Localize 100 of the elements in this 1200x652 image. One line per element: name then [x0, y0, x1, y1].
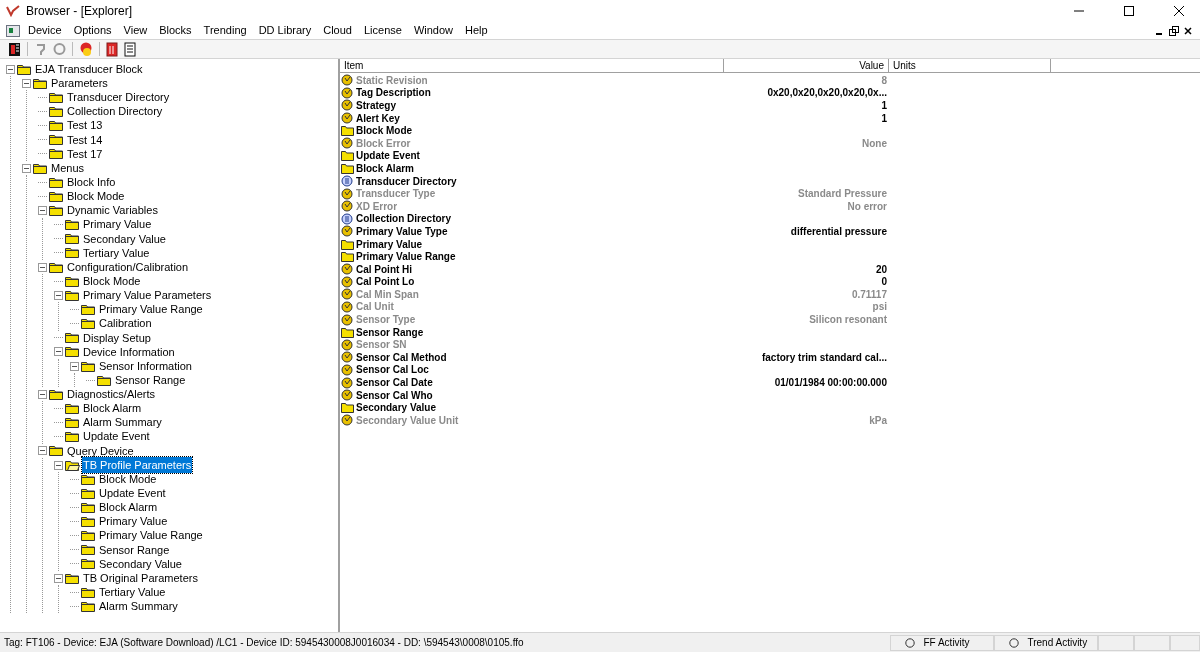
folder-icon	[65, 233, 80, 245]
item-cell-text: XD Error	[356, 199, 399, 214]
folder-icon	[49, 204, 64, 216]
tree-item[interactable]: Alarm Summary	[98, 598, 179, 615]
tree-item[interactable]: Secondary Value	[82, 230, 167, 247]
mdi-restore-icon[interactable]	[1168, 24, 1180, 37]
window-title: Browser - [Explorer]	[26, 3, 133, 20]
folder-icon	[341, 251, 354, 263]
tree-item[interactable]: Primary Value Parameters	[82, 287, 213, 304]
item-cell-text: Tag Description	[356, 86, 432, 101]
value-cell-text: differential pressure	[789, 224, 888, 239]
menu-item[interactable]: Help	[459, 22, 494, 39]
folder-icon	[81, 473, 96, 485]
tree-item[interactable]: Collection Directory	[66, 103, 164, 120]
folder-icon	[65, 289, 80, 301]
item-cell-text: Sensor Range	[356, 325, 425, 340]
menu-item[interactable]: DD Library	[252, 22, 318, 39]
maximize-icon[interactable]	[1124, 6, 1134, 16]
menu-item[interactable]: Window	[407, 22, 459, 39]
item-cell-text: Primary Value Range	[356, 250, 457, 265]
tree-item[interactable]: TB Profile Parameters	[82, 456, 193, 474]
item-cell-text: Block Mode	[356, 124, 414, 139]
book-icon[interactable]	[8, 41, 21, 57]
tree-item[interactable]: Primary Value Range	[98, 527, 204, 544]
collapse-toggle-icon[interactable]	[38, 389, 47, 399]
tree-item[interactable]: Dynamic Variables	[66, 202, 159, 219]
tree-item[interactable]: Primary Value	[82, 216, 153, 233]
menu-item[interactable]: Blocks	[153, 22, 198, 39]
tree-item[interactable]: Block Alarm	[82, 400, 143, 417]
collapse-toggle-icon[interactable]	[54, 573, 63, 583]
collapse-toggle-icon[interactable]	[54, 460, 63, 470]
column-header[interactable]: Units	[889, 59, 1051, 72]
folder-icon	[65, 219, 80, 231]
status-text: Tag: FT106 - Device: EJA (Software Download) /LC1 - Device ID: 5945430008J0016034 - DD: \594543\0008\0105.ffo	[3, 636, 525, 650]
tag-icon	[341, 263, 354, 276]
tree-item[interactable]: Primary Value	[98, 513, 169, 530]
folder-icon	[65, 402, 80, 414]
item-cell-text: Block Error	[356, 136, 412, 151]
folder-icon	[81, 586, 96, 598]
collapse-toggle-icon[interactable]	[54, 290, 63, 300]
tree-item[interactable]: Diagnostics/Alerts	[66, 386, 157, 403]
tree-item[interactable]: Display Setup	[82, 329, 152, 346]
tree-item[interactable]: Block Mode	[66, 188, 126, 205]
folder-icon	[81, 600, 96, 612]
value-cell-text: 0x20,0x20,0x20,0x20,0x...	[766, 86, 888, 101]
folder-icon	[49, 91, 64, 103]
folder-icon	[81, 558, 96, 570]
tag-icon	[341, 225, 354, 238]
mdi-close-icon[interactable]	[1182, 24, 1194, 37]
tree-item[interactable]: Test 13	[66, 117, 104, 134]
collapse-toggle-icon[interactable]	[22, 163, 31, 173]
menu-item[interactable]: License	[357, 22, 408, 39]
collapse-toggle-icon[interactable]	[38, 446, 47, 456]
tag-icon	[341, 275, 354, 288]
tree-item[interactable]: Calibration	[98, 315, 153, 332]
status-indicator-label: FF Activity	[923, 636, 970, 650]
collapse-toggle-icon[interactable]	[54, 347, 63, 357]
menu-item[interactable]: View	[117, 22, 154, 39]
item-cell-text: Primary Value Type	[356, 224, 449, 239]
tree-item[interactable]: Block Alarm	[98, 499, 159, 516]
menu-item[interactable]: Options	[67, 22, 118, 39]
value-cell-text: No error	[846, 199, 888, 214]
tree-item[interactable]: Tertiary Value	[98, 584, 167, 601]
folder-icon	[81, 530, 96, 542]
collapse-toggle-icon[interactable]	[6, 64, 15, 74]
collapse-toggle-icon[interactable]	[70, 361, 79, 371]
tag-icon	[341, 137, 354, 150]
tree-item[interactable]: Update Event	[82, 428, 151, 445]
directory-icon	[341, 212, 354, 225]
close-icon[interactable]	[1174, 6, 1184, 16]
tag-icon	[341, 74, 354, 87]
tree-item[interactable]: Alarm Summary	[82, 414, 163, 431]
collapse-toggle-icon[interactable]	[38, 205, 47, 215]
folder-icon	[65, 346, 80, 358]
collapse-toggle-icon[interactable]	[38, 262, 47, 272]
value-cell-text: 1	[880, 99, 888, 113]
tag-icon	[341, 363, 354, 376]
value-cell-text: None	[861, 136, 888, 151]
item-cell-text: Update Event	[356, 149, 421, 164]
tree-item[interactable]: Update Event	[98, 485, 167, 502]
folder-icon	[49, 261, 64, 273]
folder-icon	[65, 275, 80, 287]
item-cell-text: Sensor Cal Loc	[356, 363, 430, 378]
folder-icon	[341, 162, 354, 174]
item-cell-text: Sensor Type	[356, 313, 417, 328]
menu-item[interactable]: Trending	[197, 22, 253, 39]
collapse-toggle-icon[interactable]	[22, 78, 31, 88]
folder-icon	[341, 402, 354, 414]
menu-item[interactable]: Cloud	[317, 22, 358, 39]
activity-indicator-icon	[905, 637, 916, 648]
folder-icon	[81, 318, 96, 330]
text-document-icon[interactable]	[124, 41, 136, 57]
tree-item[interactable]: Transducer Directory	[66, 89, 171, 106]
column-header[interactable]: Item	[340, 59, 724, 72]
tag-icon	[341, 200, 354, 213]
tree-item[interactable]: Primary Value Range	[98, 301, 204, 318]
menu-item[interactable]: Device	[22, 22, 68, 39]
tag-icon	[341, 86, 354, 99]
column-header[interactable]: Value	[724, 59, 889, 72]
item-cell-text: Strategy	[356, 99, 397, 113]
